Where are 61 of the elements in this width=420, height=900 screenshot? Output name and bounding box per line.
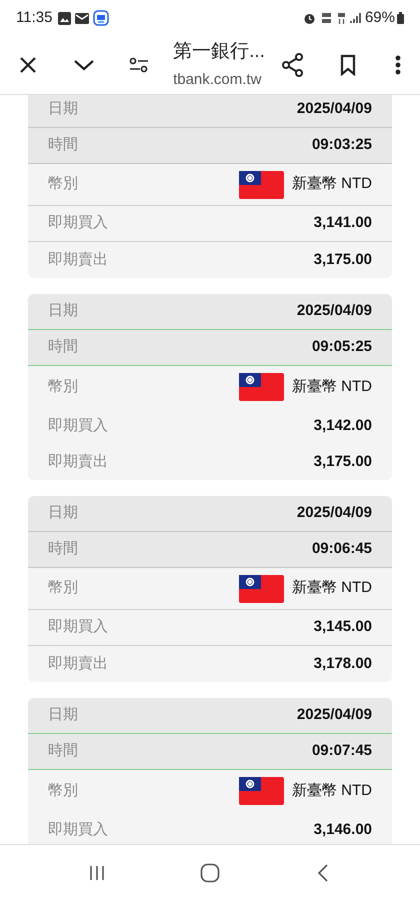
page-title: 第一銀行... [173,40,265,64]
field-label: 時間 [48,337,78,358]
field-value: 2025/04/09 [296,503,372,524]
flag-icon [239,574,284,602]
mail-icon [75,12,90,24]
field-value: 新臺幣 NTD [292,578,372,598]
field-label: 日期 [48,503,78,524]
page-url: tbank.com.tw [173,70,262,90]
battery-icon [397,12,404,24]
battery-level: 69% [364,8,395,28]
field-label: 時間 [48,135,78,156]
flag-icon [239,170,284,198]
app-icon [93,10,110,26]
field-value: 3,142.00 [314,416,372,436]
field-label: 日期 [48,705,78,726]
field-value: 3,141.00 [314,213,372,234]
more-icon [395,55,402,75]
field-label: 即期買入 [48,416,108,436]
field-label: 即期賣出 [48,654,108,674]
field-label: 即期買入 [48,820,108,840]
field-label: 即期買入 [48,617,108,638]
signal-icon [350,12,362,24]
home-icon [200,862,220,882]
field-value: 3,175.00 [314,452,372,472]
field-value: 新臺幣 NTD [292,376,372,397]
chevron-down-icon [72,59,95,71]
field-value: 2025/04/09 [296,705,372,726]
field-label: 幣別 [48,376,78,397]
field-label: 幣別 [48,578,78,598]
close-icon [18,56,37,74]
field-label: 日期 [48,99,78,120]
field-value: 2025/04/09 [296,99,372,120]
field-value: 2025/04/09 [296,301,372,322]
field-value: 3,146.00 [314,820,372,840]
field-value: 09:06:45 [312,539,372,560]
status-time: 11:35 [16,8,52,28]
field-value: 3,145.00 [314,617,372,638]
field-label: 幣別 [48,174,78,194]
field-value: 3,175.00 [314,250,372,270]
field-value: 09:03:25 [312,135,372,156]
field-value: 09:07:45 [312,741,372,762]
field-label: 時間 [48,741,78,762]
field-label: 幣別 [48,780,78,801]
field-label: 日期 [48,301,78,322]
field-label: 即期賣出 [48,452,108,472]
flag-icon [239,777,284,805]
field-label: 即期買入 [48,213,108,234]
field-value: 3,178.00 [314,654,372,674]
field-value: 新臺幣 NTD [292,780,372,801]
recent-apps-icon [88,864,106,880]
field-label: 即期賣出 [48,250,108,270]
field-value: 新臺幣 NTD [292,174,372,194]
flag-icon [239,373,284,401]
alarm-icon [302,12,316,24]
field-label: 時間 [48,539,78,560]
field-value: 09:05:25 [312,337,372,358]
sliders-icon [129,57,150,73]
share-icon [282,53,304,77]
bookmark-icon [340,54,356,76]
image-icon [58,12,72,24]
back-icon [317,862,330,882]
